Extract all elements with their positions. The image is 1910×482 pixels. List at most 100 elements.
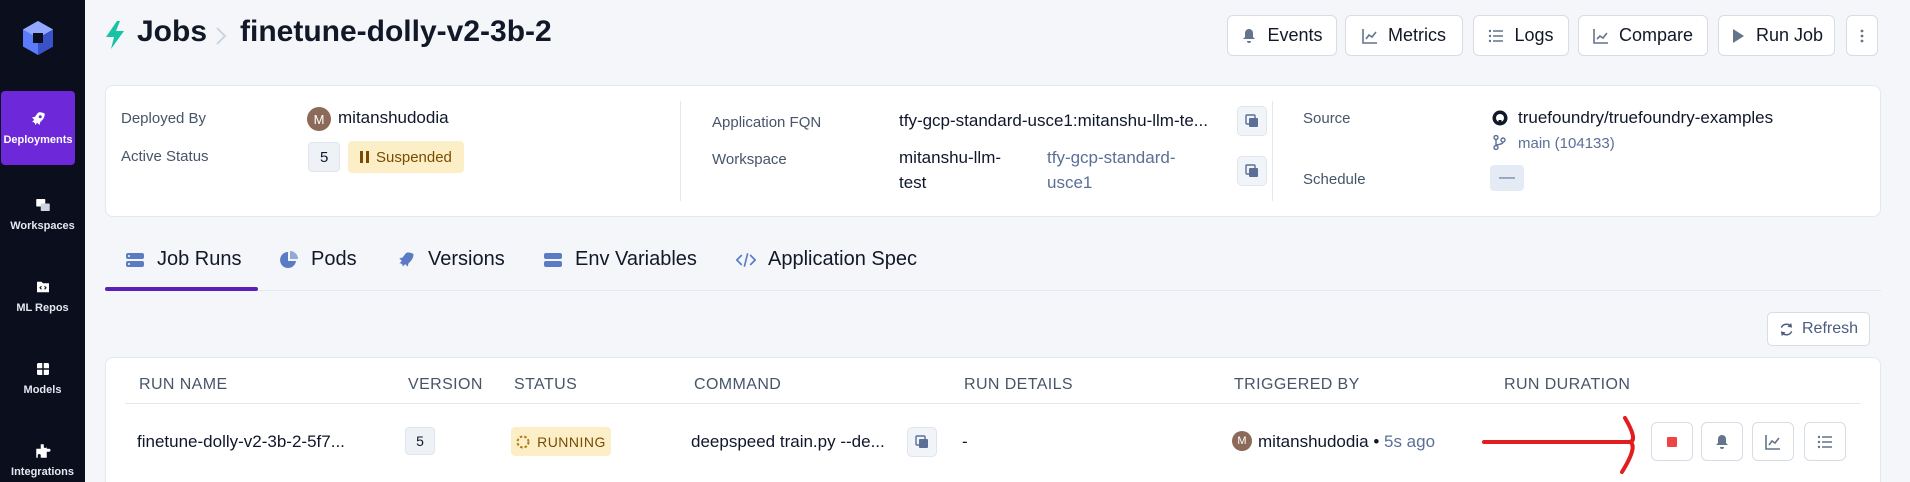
tab-application-spec[interactable]: Application Spec [736,248,917,271]
deployed-by-label: Deployed By [121,110,207,127]
job-runs-icon [126,252,144,267]
code-icon [736,252,756,267]
metrics-label: Metrics [1388,25,1446,45]
status-badge: RUNNING [511,427,611,456]
deployed-by-value: mitanshudodia [338,108,449,127]
sidebar-item-label: Integrations [11,466,74,478]
source-branch-link[interactable]: main (104133) [1518,135,1615,152]
status-badge: Suspended [348,141,464,173]
tab-label: Versions [428,248,505,270]
bolt-icon [106,21,124,49]
more-options-button[interactable] [1846,15,1878,56]
run-details-value: - [962,432,968,451]
play-icon [1732,28,1744,43]
tab-versions[interactable]: Versions [396,248,505,271]
stop-icon [1667,436,1677,447]
sidebar-item-deployments[interactable]: Deployments [1,91,75,165]
refresh-label: Refresh [1801,320,1859,337]
list-icon [1489,29,1504,42]
models-icon [36,363,49,375]
workspace-label: Workspace [712,151,787,168]
sidebar-item-models[interactable]: Models [0,341,85,415]
triggered-by-user: mitanshudodia [1258,432,1369,451]
chart-line-icon [1765,434,1780,450]
sidebar-item-integrations[interactable]: Integrations [0,423,85,482]
source-repo-link[interactable]: truefoundry/truefoundry-examples [1518,108,1773,128]
tab-job-runs[interactable]: Job Runs [125,248,242,271]
logs-label: Logs [1514,25,1554,45]
run-name-link[interactable]: finetune-dolly-v2-3b-2-5f7... [137,432,345,452]
tab-label: Application Spec [768,248,917,270]
stop-run-button[interactable] [1651,422,1693,461]
status-badge-label: RUNNING [537,433,606,450]
status-badge-label: Suspended [376,148,452,166]
rocket-icon [399,252,414,267]
breadcrumb-jobs[interactable]: Jobs [137,15,207,49]
tab-env-variables[interactable]: Env Variables [543,248,697,271]
copy-icon [1245,114,1258,127]
copy-icon [915,435,928,448]
column-header-command: COMMAND [694,376,782,393]
bell-icon [1716,434,1728,449]
refresh-icon [1780,322,1793,336]
column-header-run-details: RUN DETAILS [964,376,1074,393]
source-label: Source [1303,110,1351,127]
run-events-button[interactable] [1701,422,1743,461]
bell-icon [1243,28,1256,43]
pie-icon [280,250,298,268]
column-header-status: STATUS [514,376,578,393]
tab-label: Job Runs [157,248,242,270]
refresh-button[interactable]: Refresh [1767,312,1870,346]
run-logs-button[interactable] [1804,422,1846,461]
active-status-label: Active Status [121,148,209,165]
divider [680,101,681,201]
version-badge: 5 [405,427,435,455]
avatar: M [1232,431,1252,451]
workspace-cluster-link-line2[interactable]: usce1 [1047,173,1092,193]
avatar: M [307,107,331,131]
column-header-triggered-by: TRIGGERED BY [1234,376,1360,393]
active-status-count: 5 [308,142,341,172]
triggered-by-value: mitanshudodia • 5s ago [1258,432,1435,452]
triggered-separator: • [1373,432,1380,451]
sidebar-item-label: Workspaces [10,220,75,232]
sidebar-item-workspaces[interactable]: Workspaces [0,177,85,251]
chart-line-icon [1362,28,1377,44]
tab-pods[interactable]: Pods [279,248,357,271]
puzzle-icon [35,444,50,458]
divider [1272,101,1273,201]
workspaces-icon [35,199,50,211]
ml-repos-icon [36,281,49,293]
triggered-time: 5s ago [1384,432,1436,451]
spinner-icon [516,435,530,448]
fqn-value: tfy-gcp-standard-usce1:mitanshu-llm-te..… [899,111,1208,130]
workspace-value-line1: mitanshu-llm- [899,148,1002,167]
kebab-icon [1860,29,1864,42]
copy-fqn-button[interactable] [1237,106,1267,136]
list-icon [1817,435,1832,448]
run-metrics-button[interactable] [1752,422,1794,461]
sidebar-item-ml-repos[interactable]: ML Repos [0,259,85,333]
truefoundry-logo[interactable] [22,20,54,56]
command-value: deepspeed train.py --de... [691,432,885,451]
git-branch-icon [1493,135,1506,150]
active-tab-indicator [105,287,258,291]
compare-button[interactable]: Compare [1578,15,1708,56]
column-header-run-duration: RUN DURATION [1504,376,1631,393]
chevron-right-icon [216,27,227,45]
events-label: Events [1267,25,1323,45]
github-icon [1492,110,1508,126]
metrics-button[interactable]: Metrics [1345,15,1463,56]
pause-icon [360,151,369,163]
sidebar-item-label: Deployments [3,134,73,146]
workspace-cluster-link-line1[interactable]: tfy-gcp-standard- [1047,148,1176,168]
compare-chart-icon [1593,28,1608,44]
run-job-button[interactable]: Run Job [1718,15,1835,56]
tabs-divider [105,290,1881,291]
events-button[interactable]: Events [1227,15,1337,56]
schedule-label: Schedule [1303,171,1366,188]
copy-command-button[interactable] [907,427,937,457]
fqn-label: Application FQN [712,114,822,131]
logs-button[interactable]: Logs [1473,15,1569,56]
copy-workspace-button[interactable] [1237,156,1267,186]
